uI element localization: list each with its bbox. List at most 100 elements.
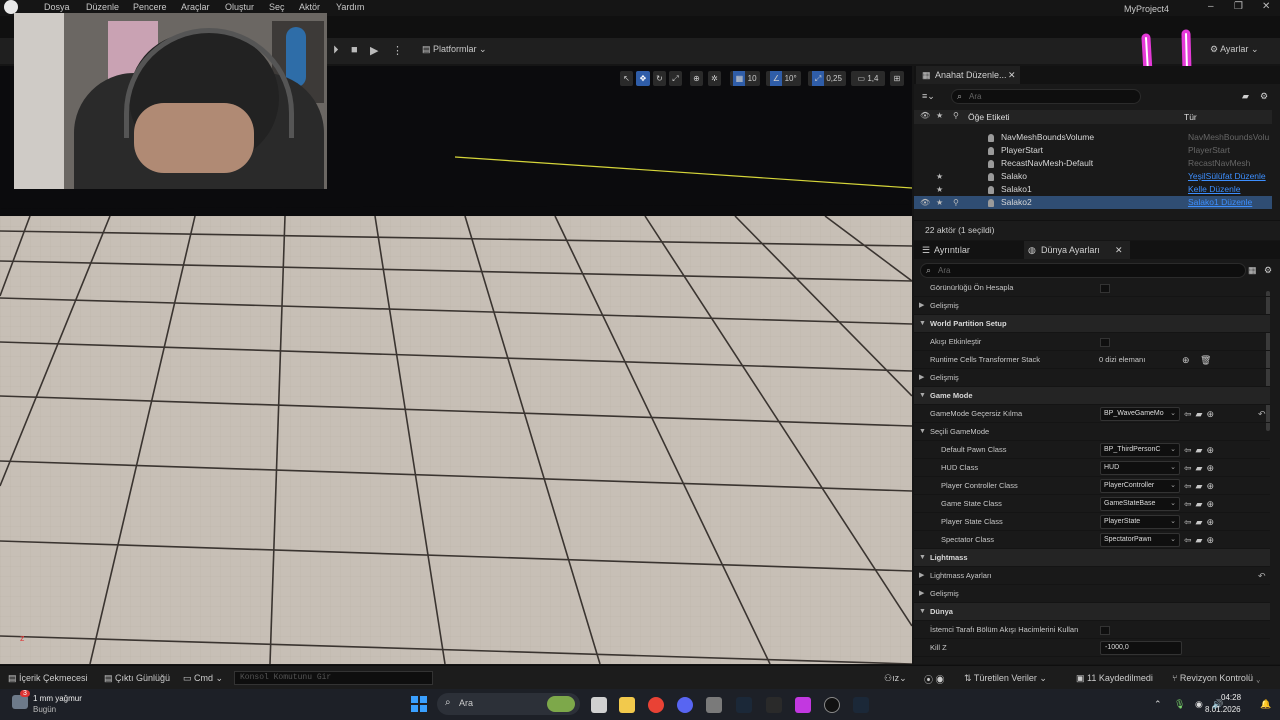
reset-icon[interactable]: ↶: [1258, 405, 1266, 423]
content-drawer-button[interactable]: ▤ İçerik Çekmecesi: [8, 673, 88, 684]
menu-build[interactable]: Oluştur: [225, 2, 254, 12]
world-space-icon[interactable]: ⊕: [690, 71, 703, 86]
tab-outliner[interactable]: ▦ Anahat Düzenle... ✕: [916, 66, 1020, 84]
scale-tool-icon[interactable]: ⤢: [669, 71, 682, 86]
cmd-dropdown[interactable]: ▭ Cmd ⌄: [183, 673, 223, 684]
notification-bell-icon[interactable]: 🔔: [1260, 699, 1271, 710]
pawn-dropdown[interactable]: BP_ThirdPersonC ⌄: [1100, 443, 1180, 457]
category-game-mode[interactable]: ▼ Game Mode: [914, 387, 1270, 405]
asset-actions-icons[interactable]: ⇦▰⊕: [1184, 459, 1218, 477]
task-view-icon[interactable]: [591, 697, 607, 713]
player-state-dropdown[interactable]: PlayerState ⌄: [1100, 515, 1180, 529]
row-type-link[interactable]: Kelle Düzenle: [1188, 183, 1240, 196]
steam-icon[interactable]: [736, 697, 752, 713]
folder-add-icon[interactable]: ▰: [1242, 91, 1249, 102]
record-icon[interactable]: ⦿ ◉: [924, 673, 945, 686]
taskbar-search[interactable]: ⌕ Ara: [437, 693, 580, 715]
asset-actions-icons[interactable]: ⇦▰⊕: [1184, 495, 1218, 513]
network-icon[interactable]: ◉: [1195, 699, 1203, 710]
hud-dropdown[interactable]: HUD ⌄: [1100, 461, 1180, 475]
grid-snap-button[interactable]: ▦ 10: [730, 71, 760, 86]
kill-z-input[interactable]: -1000,0: [1100, 641, 1182, 655]
unreal-engine-icon[interactable]: [824, 697, 840, 713]
col-type[interactable]: Tür: [1184, 112, 1197, 122]
console-input[interactable]: Konsol Komutunu Gir: [234, 671, 433, 685]
asset-actions-icons[interactable]: ⇦▰⊕: [1184, 513, 1218, 531]
outliner-search-input[interactable]: ⌕ Ara: [951, 89, 1141, 104]
rotate-tool-icon[interactable]: ↻: [653, 71, 666, 86]
gamemode-dropdown[interactable]: BP_WaveGameMo ⌄: [1100, 407, 1180, 421]
tab-close-icon[interactable]: ✕: [1115, 245, 1123, 256]
asset-actions-icons[interactable]: ⇦▰⊕: [1184, 531, 1218, 549]
clock-time[interactable]: 04:28: [1221, 693, 1241, 702]
tab-close-icon[interactable]: ✕: [1008, 70, 1016, 81]
pin-icon[interactable]: ⚲: [953, 196, 959, 209]
details-search-input[interactable]: ⌕ Ara: [920, 263, 1246, 278]
outliner-row-selected[interactable]: 👁 ★ ⚲ Salako2 Salako1 Düzenle: [914, 196, 1272, 209]
outliner-row[interactable]: RecastNavMesh-Default RecastNavMesh: [914, 157, 1272, 170]
steam-secondary-icon[interactable]: [853, 697, 869, 713]
clock-date[interactable]: 8.01.2026: [1205, 705, 1241, 714]
windows-start-icon[interactable]: [411, 696, 427, 712]
category-world[interactable]: ▼ Dünya: [914, 603, 1270, 621]
game-state-dropdown[interactable]: GameStateBase ⌄: [1100, 497, 1180, 511]
rotation-snap-button[interactable]: ∠ 10°: [766, 71, 801, 86]
menu-edit[interactable]: Düzenle: [86, 2, 119, 12]
star-icon[interactable]: ★: [936, 196, 943, 209]
asset-actions-icons[interactable]: ⇦▰⊕: [1184, 405, 1218, 423]
menu-select[interactable]: Seç: [269, 2, 285, 12]
star-icon[interactable]: ★: [936, 183, 943, 196]
stop-icon[interactable]: ■: [351, 44, 358, 56]
microphone-icon[interactable]: 🎙: [1174, 699, 1185, 710]
menu-file[interactable]: Dosya: [44, 2, 70, 12]
discord-icon[interactable]: [677, 697, 693, 713]
checkbox[interactable]: [1100, 338, 1110, 347]
minimize-icon[interactable]: –: [1208, 1, 1214, 12]
weather-text[interactable]: 1 mm yağmur: [33, 694, 82, 703]
close-icon[interactable]: ✕: [1262, 1, 1270, 12]
collapse-icon[interactable]: ▼: [919, 423, 926, 441]
checkbox[interactable]: [1100, 284, 1110, 293]
eye-icon[interactable]: 👁: [920, 196, 930, 209]
expand-icon[interactable]: ▶: [919, 567, 924, 585]
menu-tools[interactable]: Araçlar: [181, 2, 210, 12]
details-settings-icon[interactable]: ⚙: [1264, 265, 1272, 276]
camera-speed-button[interactable]: ▭ 1,4: [851, 71, 885, 86]
outliner-settings-icon[interactable]: ⚙: [1260, 91, 1268, 102]
maximize-icon[interactable]: ❐: [1234, 1, 1243, 12]
surface-snap-icon[interactable]: ✲: [708, 71, 721, 86]
select-tool-icon[interactable]: ↖: [620, 71, 633, 86]
add-element-icon[interactable]: ⊕: [1182, 351, 1190, 369]
prop-row[interactable]: ▶ Gelişmiş: [914, 369, 1270, 387]
output-log-button[interactable]: ▤ Çıktı Günlüğü: [104, 673, 170, 684]
maximize-viewport-icon[interactable]: ⊞: [890, 71, 904, 86]
prop-row[interactable]: ▶ Gelişmiş: [914, 585, 1270, 603]
revision-control-button[interactable]: ⑂ Revizyon Kontrolü ⌄: [1172, 673, 1261, 683]
collapse-icon[interactable]: ▼: [919, 387, 926, 405]
checkbox[interactable]: [1100, 626, 1110, 635]
weather-icon[interactable]: [12, 695, 28, 709]
controller-dropdown[interactable]: PlayerController ⌄: [1100, 479, 1180, 493]
play-icon[interactable]: ▶: [370, 44, 378, 57]
expand-icon[interactable]: ▶: [919, 369, 924, 387]
trace-icon[interactable]: ⚇ız⌄: [884, 673, 907, 684]
app-icon[interactable]: [706, 697, 722, 713]
chrome-icon[interactable]: [648, 697, 664, 713]
unsaved-button[interactable]: ▣ 11 Kaydedilmedi: [1076, 673, 1153, 684]
prop-row[interactable]: ▶ Lightmass Ayarları ↶: [914, 567, 1270, 585]
menu-actor[interactable]: Aktör: [299, 2, 320, 12]
row-type-link[interactable]: YeşilSülüfat Düzenle: [1188, 170, 1266, 183]
more-options-icon[interactable]: ⋮: [392, 44, 403, 57]
unreal-logo-icon[interactable]: [4, 0, 18, 14]
trash-icon[interactable]: 🗑: [1200, 351, 1211, 369]
step-icon[interactable]: ⏵: [333, 44, 339, 57]
property-matrix-icon[interactable]: ▦: [1248, 265, 1257, 276]
pink-app-icon[interactable]: [795, 697, 811, 713]
scale-snap-button[interactable]: ⤢ 0,25: [808, 71, 846, 86]
epic-games-icon[interactable]: [766, 697, 782, 713]
derived-data-button[interactable]: ⇅ Türetilen Veriler ⌄: [964, 673, 1047, 684]
star-icon[interactable]: ★: [936, 170, 943, 183]
category-world-partition[interactable]: ▼ World Partition Setup: [914, 315, 1270, 333]
platforms-button[interactable]: ▤ Platformlar ⌄: [422, 44, 487, 55]
collapse-icon[interactable]: ▼: [919, 315, 926, 333]
